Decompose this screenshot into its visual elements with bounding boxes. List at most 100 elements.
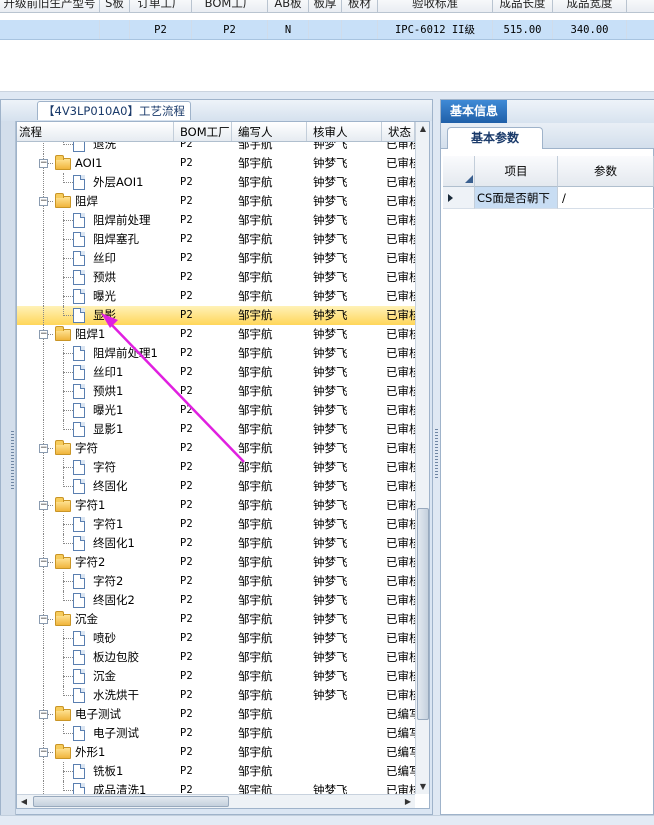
tree-step-row[interactable]: 显影 P2邹宇航钟梦飞已审核 <box>17 306 415 325</box>
writer-cell[interactable]: 邹宇航 <box>232 249 307 268</box>
reviewer-cell[interactable]: 钟梦飞 <box>307 344 382 363</box>
reviewer-cell[interactable] <box>307 724 382 743</box>
top-column-header[interactable]: 板材 <box>342 0 378 12</box>
tab-basic-info[interactable]: 基本信息 <box>441 100 507 123</box>
reviewer-cell[interactable]: 钟梦飞 <box>307 572 382 591</box>
writer-cell[interactable]: 邹宇航 <box>232 648 307 667</box>
flow-name-cell[interactable]: − 电子测试 <box>17 705 174 724</box>
flow-name-cell[interactable]: − 字符1 <box>17 496 174 515</box>
flow-name-cell[interactable]: − 字符2 <box>17 553 174 572</box>
top-cell[interactable] <box>309 20 342 39</box>
tree-group-row[interactable]: − 电子测试 P2邹宇航 已编写 <box>17 705 415 724</box>
flow-name-cell[interactable]: − 阻焊1 <box>17 325 174 344</box>
reviewer-cell[interactable]: 钟梦飞 <box>307 420 382 439</box>
scroll-up-icon[interactable]: ▲ <box>417 122 429 136</box>
writer-cell[interactable]: 邹宇航 <box>232 553 307 572</box>
flow-name-cell[interactable]: 曝光1 <box>17 401 174 420</box>
collapse-toggle-icon[interactable]: − <box>39 501 48 510</box>
tree-step-row[interactable]: 外层AOI1 P2邹宇航钟梦飞已审核 <box>17 173 415 192</box>
bom-factory-cell[interactable]: P2 <box>174 401 232 420</box>
bom-factory-cell[interactable]: P2 <box>174 477 232 496</box>
top-cell[interactable]: N <box>268 20 309 39</box>
row-indicator[interactable] <box>443 187 475 209</box>
bom-factory-cell[interactable]: P2 <box>174 686 232 705</box>
tree-step-row[interactable]: 铣板1 P2邹宇航 已编写 <box>17 762 415 781</box>
left-collapse-bar[interactable] <box>1 121 16 816</box>
reviewer-cell[interactable]: 钟梦飞 <box>307 515 382 534</box>
writer-cell[interactable]: 邹宇航 <box>232 401 307 420</box>
flow-name-cell[interactable]: 字符2 <box>17 572 174 591</box>
tree-group-row[interactable]: − 字符 P2邹宇航钟梦飞已审核 <box>17 439 415 458</box>
top-column-header[interactable]: BOM工厂 <box>192 0 268 12</box>
writer-cell[interactable]: 邹宇航 <box>232 724 307 743</box>
bom-factory-cell[interactable]: P2 <box>174 211 232 230</box>
status-cell[interactable]: 已审核 <box>382 142 415 154</box>
reviewer-cell[interactable]: 钟梦飞 <box>307 781 382 794</box>
horizontal-scrollbar[interactable]: ◀ ▶ <box>17 794 415 808</box>
flow-name-cell[interactable]: 显影1 <box>17 420 174 439</box>
panel-separator[interactable] <box>0 92 654 99</box>
status-cell[interactable]: 已编写 <box>382 724 415 743</box>
writer-cell[interactable]: 邹宇航 <box>232 477 307 496</box>
bom-factory-cell[interactable]: P2 <box>174 534 232 553</box>
writer-cell[interactable]: 邹宇航 <box>232 667 307 686</box>
bom-factory-cell[interactable]: P2 <box>174 724 232 743</box>
reviewer-cell[interactable]: 钟梦飞 <box>307 230 382 249</box>
tab-process-flow[interactable]: 【4V3LP010A0】工艺流程 <box>37 101 191 120</box>
bom-factory-cell[interactable]: P2 <box>174 591 232 610</box>
reviewer-cell[interactable] <box>307 762 382 781</box>
tree-step-row[interactable]: 电子测试 P2邹宇航 已编写 <box>17 724 415 743</box>
flow-name-cell[interactable]: 丝印1 <box>17 363 174 382</box>
writer-cell[interactable]: 邹宇航 <box>232 743 307 762</box>
status-cell[interactable]: 已审核 <box>382 401 415 420</box>
flow-name-cell[interactable]: 阻焊前处理 <box>17 211 174 230</box>
reviewer-cell[interactable]: 钟梦飞 <box>307 496 382 515</box>
status-cell[interactable]: 已审核 <box>382 306 415 325</box>
status-cell[interactable]: 已编写 <box>382 705 415 724</box>
vertical-splitter[interactable] <box>433 99 440 815</box>
reviewer-cell[interactable]: 钟梦飞 <box>307 553 382 572</box>
flow-name-cell[interactable]: − 沉金 <box>17 610 174 629</box>
bom-factory-cell[interactable]: P2 <box>174 553 232 572</box>
status-cell[interactable]: 已审核 <box>382 287 415 306</box>
column-header-status[interactable]: 状态 <box>382 122 415 141</box>
reviewer-cell[interactable]: 钟梦飞 <box>307 154 382 173</box>
bom-factory-cell[interactable]: P2 <box>174 439 232 458</box>
tree-group-row[interactable]: − 阻焊1 P2邹宇航钟梦飞已审核 <box>17 325 415 344</box>
status-cell[interactable]: 已审核 <box>382 477 415 496</box>
bom-factory-cell[interactable]: P2 <box>174 496 232 515</box>
tree-group-row[interactable]: − 字符2 P2邹宇航钟梦飞已审核 <box>17 553 415 572</box>
status-cell[interactable]: 已审核 <box>382 648 415 667</box>
flow-name-cell[interactable]: 电子测试 <box>17 724 174 743</box>
status-cell[interactable]: 已审核 <box>382 363 415 382</box>
flow-name-cell[interactable]: − 阻焊 <box>17 192 174 211</box>
bom-factory-cell[interactable]: P2 <box>174 382 232 401</box>
writer-cell[interactable]: 邹宇航 <box>232 325 307 344</box>
tree-step-row[interactable]: 阻焊前处理 P2邹宇航钟梦飞已审核 <box>17 211 415 230</box>
flow-name-cell[interactable]: 铣板1 <box>17 762 174 781</box>
flow-name-cell[interactable]: 终固化1 <box>17 534 174 553</box>
status-cell[interactable]: 已审核 <box>382 382 415 401</box>
tree-group-row[interactable]: − AOI1 P2邹宇航钟梦飞已审核 <box>17 154 415 173</box>
top-column-header[interactable]: 成品长度 <box>493 0 553 12</box>
bom-factory-cell[interactable]: P2 <box>174 142 232 154</box>
flow-name-cell[interactable]: 终固化 <box>17 477 174 496</box>
top-cell[interactable] <box>342 20 378 39</box>
bom-factory-cell[interactable]: P2 <box>174 230 232 249</box>
top-grid-row[interactable]: P2 P2 N IPC-6012 II级 515.00 340.00 <box>0 20 654 40</box>
tree-step-row[interactable]: 预烘1 P2邹宇航钟梦飞已审核 <box>17 382 415 401</box>
tree-step-row[interactable]: 终固化2 P2邹宇航钟梦飞已审核 <box>17 591 415 610</box>
top-column-header[interactable]: 验收标准 <box>378 0 493 12</box>
tree-step-row[interactable]: 水洗烘干 P2邹宇航钟梦飞已审核 <box>17 686 415 705</box>
flow-name-cell[interactable]: 预烘 <box>17 268 174 287</box>
reviewer-cell[interactable]: 钟梦飞 <box>307 401 382 420</box>
status-cell[interactable]: 已审核 <box>382 610 415 629</box>
bom-factory-cell[interactable]: P2 <box>174 154 232 173</box>
status-cell[interactable]: 已审核 <box>382 230 415 249</box>
top-column-header[interactable]: 升级前旧生产型号 <box>0 0 100 12</box>
top-column-header[interactable]: S板 <box>100 0 130 12</box>
status-cell[interactable]: 已审核 <box>382 344 415 363</box>
tab-basic-params[interactable]: 基本参数 <box>447 127 543 149</box>
flow-name-cell[interactable]: 丝印 <box>17 249 174 268</box>
h-scroll-thumb[interactable] <box>33 796 229 807</box>
